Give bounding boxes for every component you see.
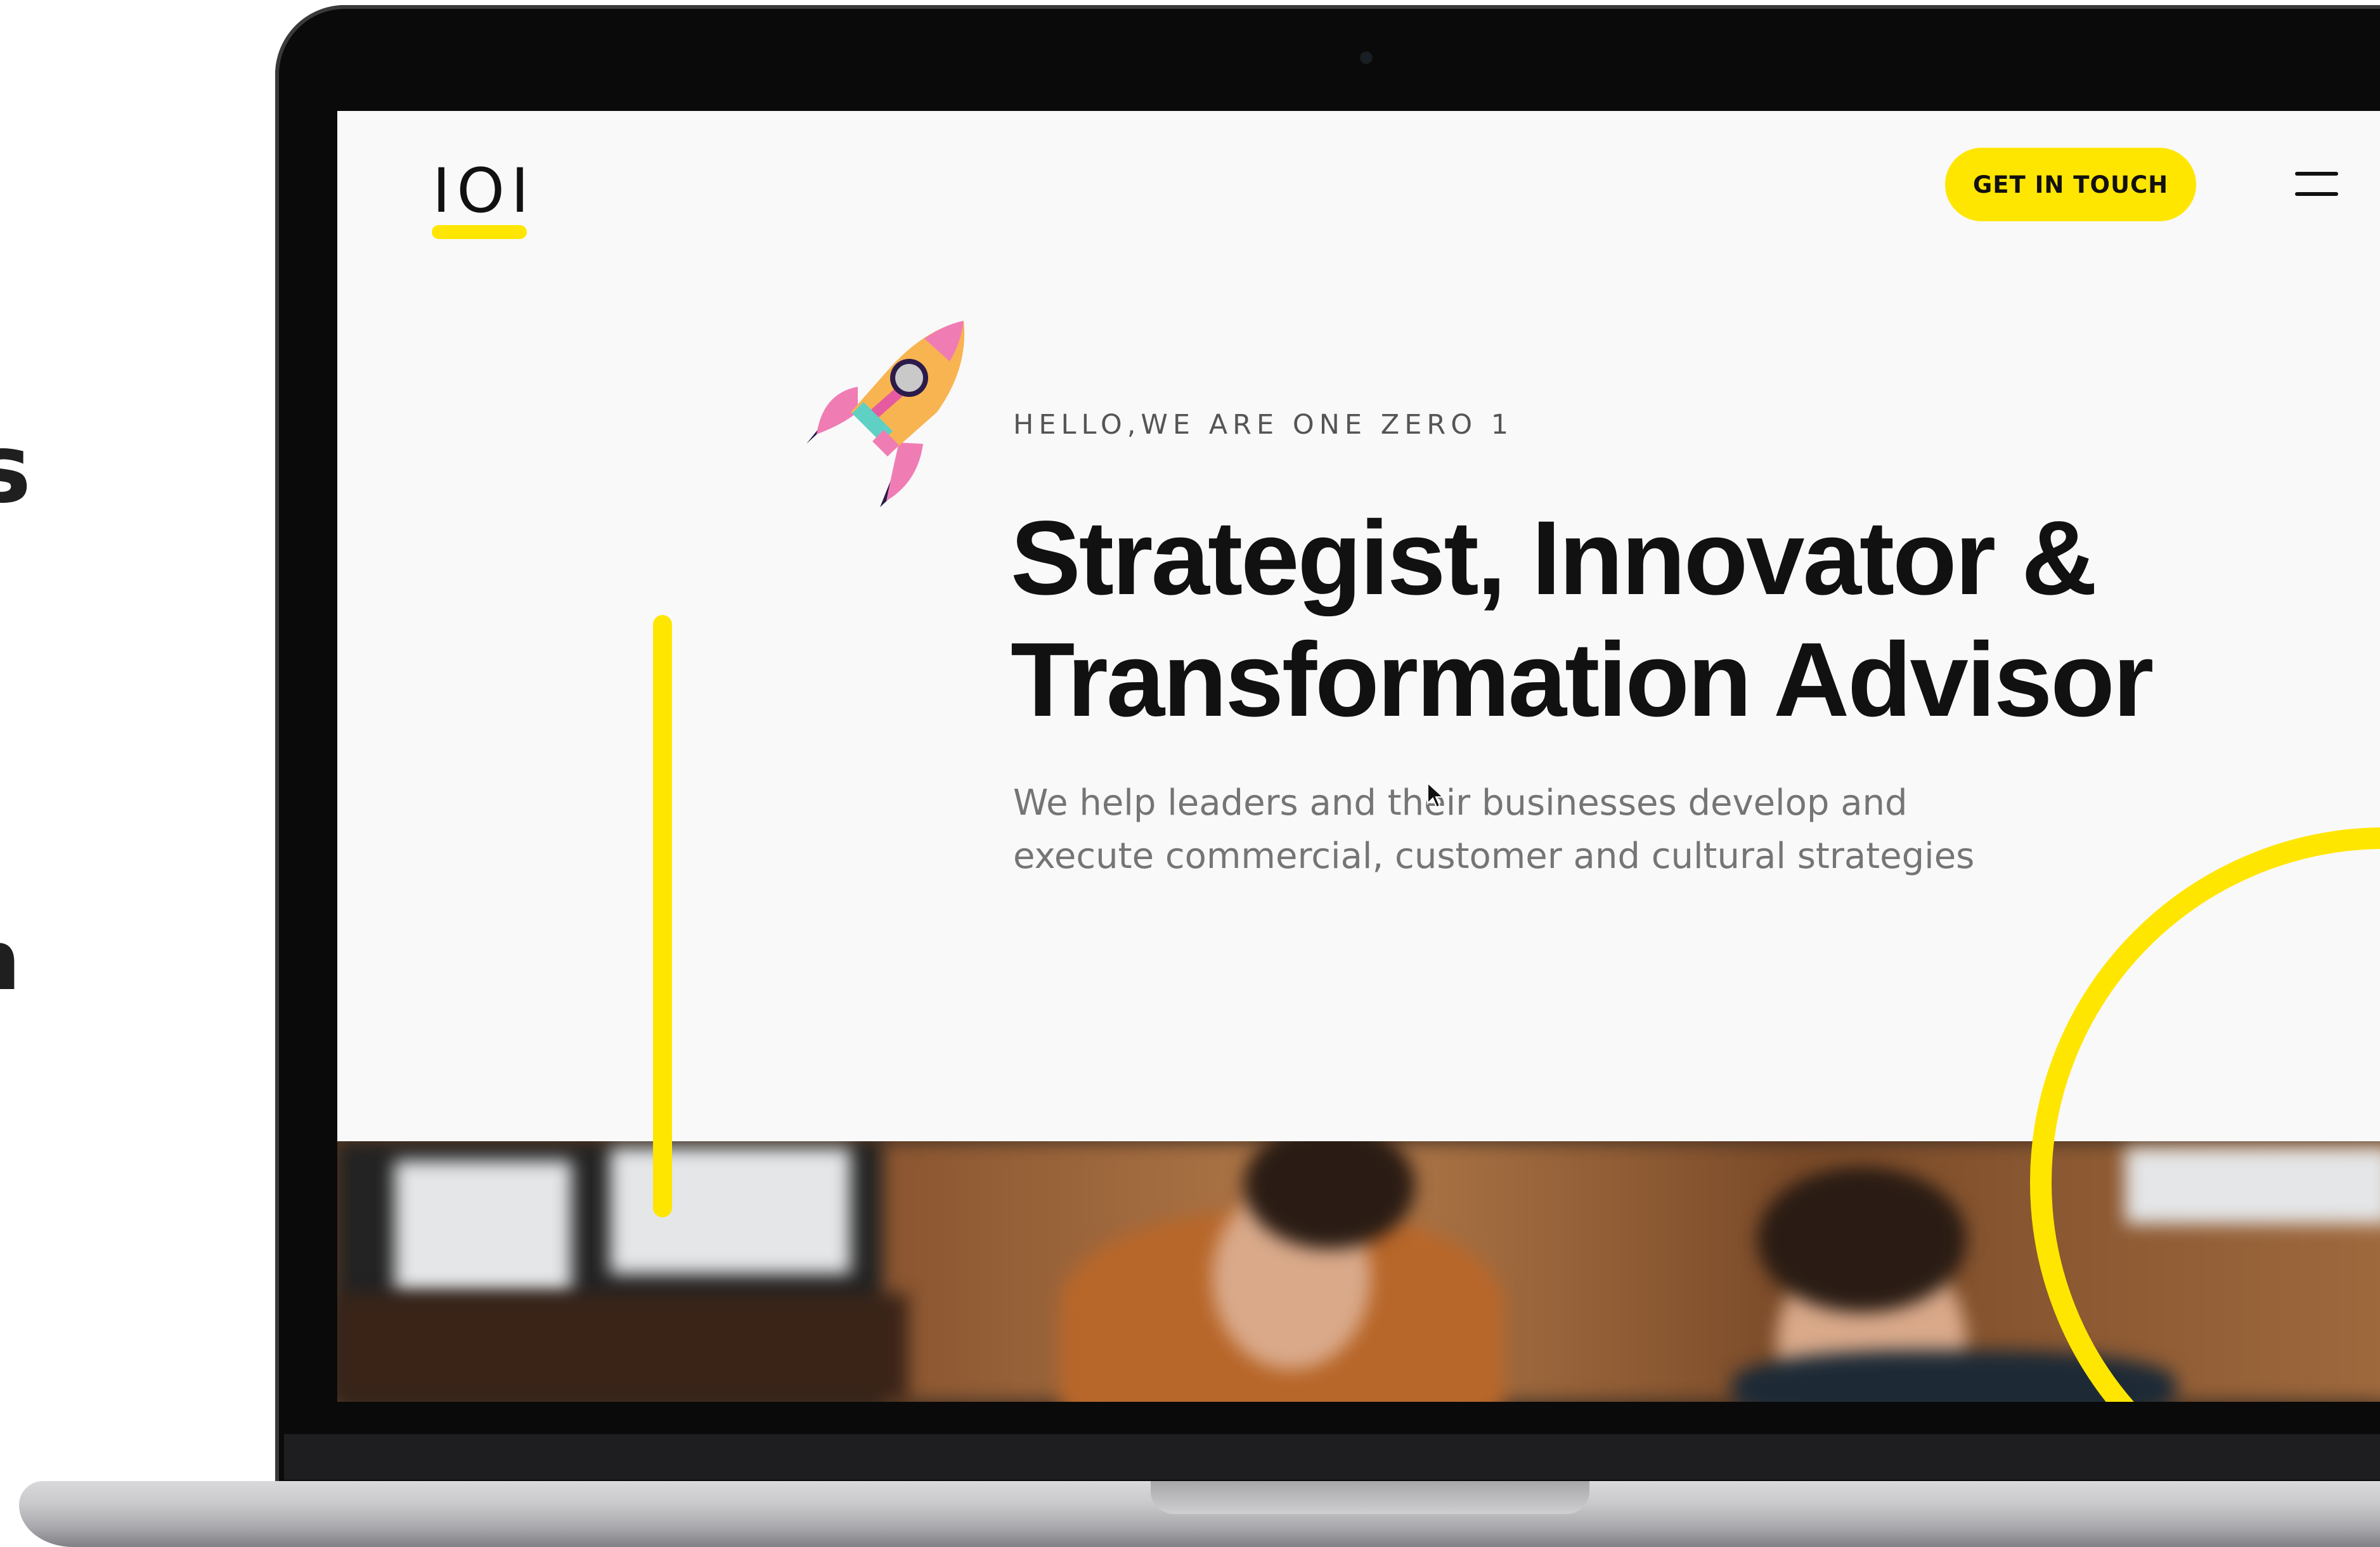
cropped-text-fragment: s [0,414,32,524]
camera-icon [1362,53,1371,62]
subtext-line-2: execute commercial, customer and cultura… [1013,836,1975,877]
hero-subtext: We help leaders and their businesses dev… [1013,777,1974,883]
get-in-touch-button[interactable]: GET IN TOUCH [1945,148,2196,221]
headline-line-2: Transformation Advisor [1011,621,2154,739]
laptop-notch [1151,1481,1589,1514]
mouse-cursor-icon [1427,782,1445,808]
circle-accent [2030,827,2380,1402]
hero-eyebrow: HELLO,WE ARE ONE ZERO 1 [1013,409,1514,441]
hamburger-menu-icon[interactable] [2290,162,2343,206]
laptop-screen: IOI GET IN TOUCH HELLO,WE ARE ONE ZERO 1… [337,111,2380,1402]
vertical-accent-line [653,615,672,1217]
laptop-hinge [284,1434,2380,1480]
hero-headline: Strategist, Innovator & Transformation A… [1011,498,2154,741]
subtext-line-1: We help leaders and their businesses dev… [1013,782,1908,824]
site-logo[interactable]: IOI [432,160,535,221]
logo-underline [432,225,527,239]
rocket-icon [806,321,965,507]
headline-line-1: Strategist, Innovator & [1011,500,2097,617]
cropped-text-fragment: n [0,919,21,1002]
